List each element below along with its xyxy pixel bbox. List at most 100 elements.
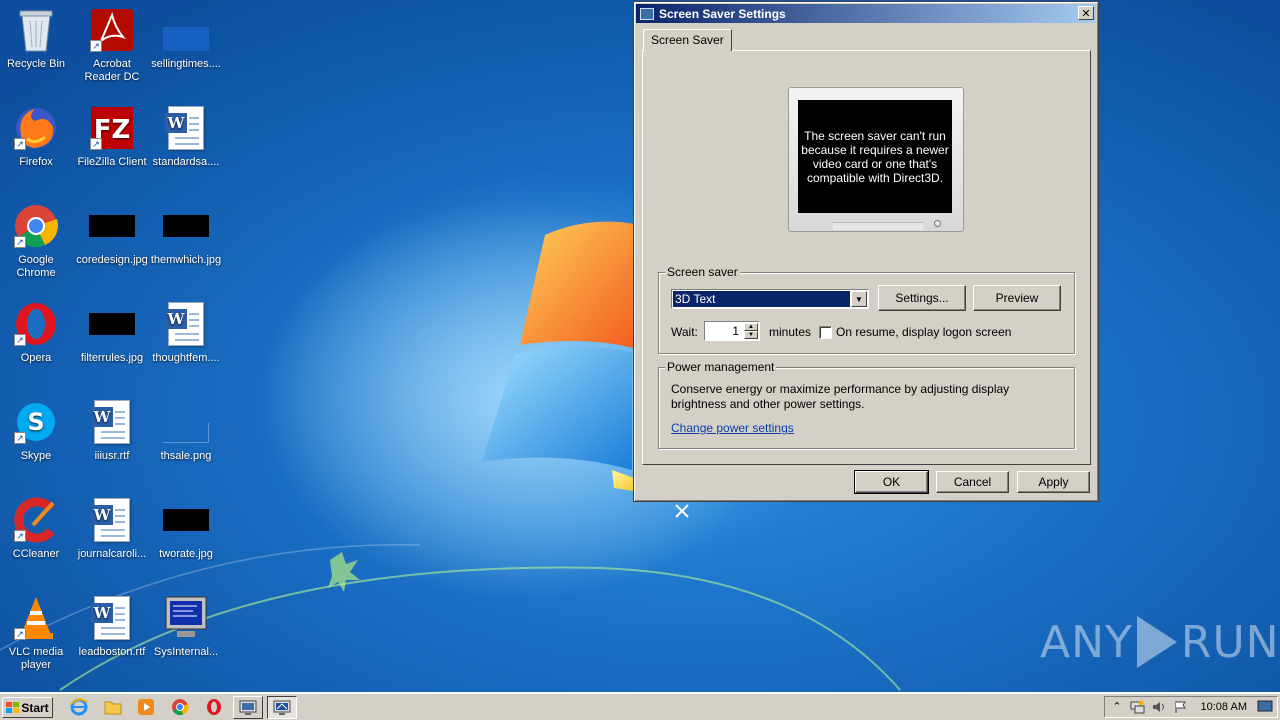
desktop-icon-themwhich[interactable]: themwhich.jpg bbox=[148, 202, 224, 292]
desktop-icon-label: journalcaroli... bbox=[77, 548, 147, 560]
volume-icon[interactable] bbox=[1151, 700, 1167, 714]
tab-panel: The screen saver can't run because it re… bbox=[642, 50, 1091, 465]
play-icon bbox=[1136, 616, 1177, 668]
desktop-icon-sysinternals[interactable]: SysInternal... bbox=[148, 594, 224, 684]
ie-icon[interactable] bbox=[69, 698, 89, 716]
cancel-button[interactable]: Cancel bbox=[936, 471, 1009, 493]
settings-button[interactable]: Settings... bbox=[878, 285, 966, 311]
power-management-group: Power management Conserve energy or maxi… bbox=[658, 360, 1075, 449]
screen-saver-select[interactable]: 3D Text ▼ bbox=[671, 289, 869, 309]
blank-file-icon bbox=[162, 398, 210, 446]
desktop-icon-firefox[interactable]: ↗ Firefox bbox=[0, 104, 74, 194]
media-player-icon[interactable] bbox=[136, 698, 156, 716]
desktop-icon-standardsa[interactable]: W standardsa.... bbox=[148, 104, 224, 194]
show-desktop-icon[interactable] bbox=[1257, 700, 1273, 714]
svg-text:S: S bbox=[27, 408, 44, 436]
network-icon[interactable] bbox=[1129, 700, 1145, 714]
taskbar-task-screen-saver[interactable] bbox=[267, 696, 297, 719]
apply-button[interactable]: Apply bbox=[1017, 471, 1090, 493]
desktop-icon-skype[interactable]: S ↗ Skype bbox=[0, 398, 74, 488]
preview-button[interactable]: Preview bbox=[973, 285, 1061, 311]
shortcut-arrow-icon: ↗ bbox=[14, 334, 26, 346]
screen-saver-group: Screen saver 3D Text ▼ Settings... Previ… bbox=[658, 265, 1075, 354]
wait-label: Wait: bbox=[671, 325, 698, 339]
desktop-icon-label: filterrules.jpg bbox=[80, 352, 144, 364]
resume-logon-checkbox[interactable] bbox=[819, 326, 832, 339]
opera-icon[interactable] bbox=[204, 698, 224, 716]
skype-icon: S ↗ bbox=[12, 398, 60, 446]
system-tray: ⌃ 10:08 AM bbox=[1104, 696, 1278, 718]
power-management-description: Conserve energy or maximize performance … bbox=[671, 382, 1010, 411]
start-label: Start bbox=[21, 700, 49, 715]
monitor-bezel bbox=[833, 222, 923, 230]
firefox-icon: ↗ bbox=[12, 104, 60, 152]
desktop-icon-label: standardsa.... bbox=[152, 156, 220, 168]
desktop-icon-label: Skype bbox=[20, 450, 52, 462]
desktop-icon-filezilla[interactable]: FZ ↗ FileZilla Client bbox=[74, 104, 150, 194]
desktop-icon-sellingtimes[interactable]: sellingtimes.... bbox=[148, 6, 224, 96]
start-button[interactable]: Start bbox=[2, 697, 53, 718]
show-hidden-icons-icon[interactable]: ⌃ bbox=[1109, 700, 1125, 714]
screen-saver-selected-value: 3D Text bbox=[673, 291, 850, 307]
recycle-bin-icon bbox=[12, 6, 60, 54]
ccleaner-icon: ↗ bbox=[12, 496, 60, 544]
monitor-preview: The screen saver can't run because it re… bbox=[788, 87, 964, 232]
resume-logon-label[interactable]: On resume, display logon screen bbox=[836, 325, 1011, 339]
acrobat-icon: ↗ bbox=[88, 6, 136, 54]
chevron-down-icon[interactable]: ▼ bbox=[851, 291, 867, 307]
desktop-icon-opera[interactable]: ↗ Opera bbox=[0, 300, 74, 390]
desktop-icon-coredesign[interactable]: coredesign.jpg bbox=[74, 202, 150, 292]
word-document-icon: W bbox=[88, 594, 136, 642]
desktop-icon-filterrules[interactable]: filterrules.jpg bbox=[74, 300, 150, 390]
desktop-icon-label: sellingtimes.... bbox=[151, 58, 221, 70]
image-thumbnail-icon bbox=[88, 300, 136, 348]
preview-message: The screen saver can't run because it re… bbox=[798, 100, 952, 213]
clock[interactable]: 10:08 AM bbox=[1201, 701, 1247, 713]
minutes-label: minutes bbox=[769, 325, 812, 339]
dialog-titlebar[interactable]: Screen Saver Settings ✕ bbox=[636, 4, 1096, 23]
shortcut-arrow-icon: ↗ bbox=[14, 432, 26, 444]
spin-down-icon[interactable]: ▼ bbox=[744, 331, 758, 339]
folder-icon[interactable] bbox=[103, 698, 123, 716]
desktop-icon-label: Firefox bbox=[19, 156, 53, 168]
desktop-icon-leadboston[interactable]: W leadboston.rtf bbox=[74, 594, 150, 684]
desktop-icon-label: FileZilla Client bbox=[77, 156, 147, 168]
shortcut-arrow-icon: ↗ bbox=[14, 138, 26, 150]
flag-icon[interactable] bbox=[1173, 700, 1189, 714]
chrome-icon[interactable] bbox=[170, 698, 190, 716]
display-settings-icon bbox=[239, 700, 257, 715]
spin-up-icon[interactable]: ▲ bbox=[744, 323, 758, 331]
desktop-icon-label: leadboston.rtf bbox=[78, 646, 146, 658]
desktop-icon-label: VLC media player bbox=[8, 646, 64, 671]
change-power-settings-link[interactable]: Change power settings bbox=[671, 421, 794, 435]
power-led-icon bbox=[934, 220, 941, 227]
desktop-icon-thoughtfem[interactable]: W thoughtfem.... bbox=[148, 300, 224, 390]
close-button[interactable]: ✕ bbox=[1078, 6, 1094, 20]
desktop-icon-ccleaner[interactable]: ↗ CCleaner bbox=[0, 496, 74, 586]
desktop-icon-recycle-bin[interactable]: Recycle Bin bbox=[0, 6, 74, 96]
image-thumbnail-icon bbox=[162, 202, 210, 250]
word-document-icon: W bbox=[162, 300, 210, 348]
desktop-icon-label: thsale.png bbox=[160, 450, 212, 462]
wait-value[interactable]: 1 bbox=[732, 324, 739, 338]
desktop-icon-vlc[interactable]: ↗ VLC media player bbox=[0, 594, 74, 684]
desktop-icon-label: themwhich.jpg bbox=[150, 254, 222, 266]
desktop-icon-google-chrome[interactable]: ↗ Google Chrome bbox=[0, 202, 74, 292]
desktop-icon-iiiusr[interactable]: W iiiusr.rtf bbox=[74, 398, 150, 488]
taskbar-task-display-settings[interactable] bbox=[233, 696, 263, 719]
desktop-icon-acrobat[interactable]: ↗ Acrobat Reader DC bbox=[74, 6, 150, 96]
desktop-icon-label: tworate.jpg bbox=[159, 548, 213, 560]
desktop-icon-thsale[interactable]: thsale.png bbox=[148, 398, 224, 488]
ok-button[interactable]: OK bbox=[854, 470, 929, 494]
shortcut-arrow-icon: ↗ bbox=[90, 40, 102, 52]
dialog-title: Screen Saver Settings bbox=[659, 6, 786, 21]
tab-screen-saver[interactable]: Screen Saver bbox=[643, 29, 732, 51]
word-document-icon: W bbox=[88, 496, 136, 544]
screen-saver-icon bbox=[273, 700, 291, 715]
desktop-icon-journalcaroli[interactable]: W journalcaroli... bbox=[74, 496, 150, 586]
sysinternals-icon bbox=[162, 594, 210, 642]
wait-minutes-stepper[interactable]: 1 ▲ ▼ bbox=[704, 321, 760, 341]
vlc-icon: ↗ bbox=[12, 594, 60, 642]
desktop-icon-tworate[interactable]: tworate.jpg bbox=[148, 496, 224, 586]
shortcut-arrow-icon: ↗ bbox=[14, 628, 26, 640]
